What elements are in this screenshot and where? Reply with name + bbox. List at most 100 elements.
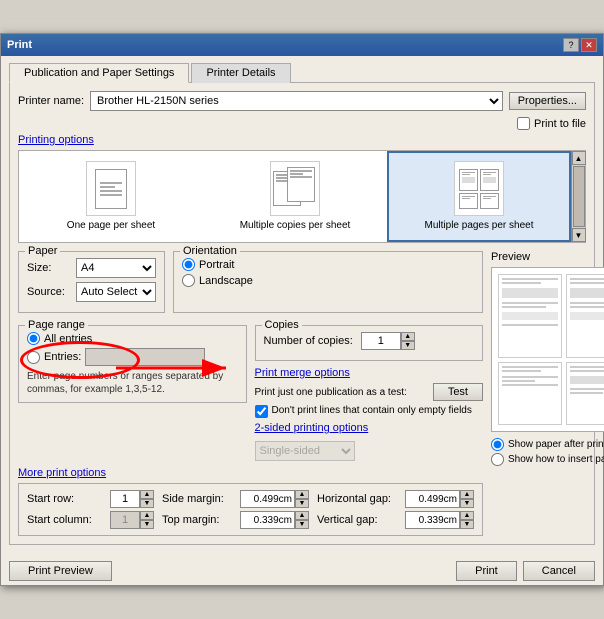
side-margin-label: Side margin: — [162, 493, 232, 505]
margins-section: Start row: 1 ▲ ▼ Side margin: 0.499cm — [18, 483, 483, 536]
h-gap-up[interactable]: ▲ — [460, 490, 474, 499]
print-merge-row: Print just one publication as a test: Te… — [255, 383, 484, 401]
layout-multi-pages-label: Multiple pages per sheet — [425, 220, 534, 232]
margins-row-1: Start row: 1 ▲ ▼ Side margin: 0.499cm — [27, 490, 474, 508]
v-gap-label: Vertical gap: — [317, 514, 397, 526]
portrait-radio[interactable] — [182, 258, 195, 271]
two-sided-combo-wrapper: Single-sided — [255, 437, 484, 461]
test-button[interactable]: Test — [433, 383, 483, 401]
all-entries-radio[interactable] — [27, 332, 40, 345]
start-row-up[interactable]: ▲ — [140, 490, 154, 499]
side-margin-down[interactable]: ▼ — [295, 499, 309, 508]
layout-one-page-icon — [86, 161, 136, 216]
h-gap-spinner: 0.499cm ▲ ▼ — [405, 490, 474, 508]
layout-multi-pages-icon — [454, 161, 504, 216]
h-gap-input[interactable]: 0.499cm — [405, 490, 460, 508]
range-copies-row: Page range All entries Entries: — [18, 325, 483, 461]
more-options-link[interactable]: More print options — [18, 467, 483, 479]
layout-multi-copies[interactable]: Multiple copies per sheet — [203, 151, 387, 242]
printing-options-link[interactable]: Printing options — [18, 134, 586, 146]
top-margin-label: Top margin: — [162, 514, 232, 526]
source-select[interactable]: Auto Select — [76, 282, 156, 302]
two-sided-select[interactable]: Single-sided — [255, 441, 355, 461]
v-gap-down[interactable]: ▼ — [460, 520, 474, 529]
print-to-file-row: Print to file — [18, 117, 586, 130]
preview-label: Preview — [491, 251, 604, 263]
printer-name-select[interactable]: Brother HL-2150N series — [90, 91, 503, 111]
start-row-spinner: 1 ▲ ▼ — [110, 490, 154, 508]
num-copies-row: Number of copies: ▲ ▼ — [264, 332, 475, 350]
layout-options: One page per sheet — [18, 150, 586, 243]
top-margin-input[interactable]: 0.339cm — [240, 511, 295, 529]
just-one-label: Print just one publication as a test: — [255, 387, 425, 398]
h-gap-label: Horizontal gap: — [317, 493, 397, 505]
properties-button[interactable]: Properties... — [509, 92, 586, 110]
printer-row: Printer name: Brother HL-2150N series Pr… — [18, 91, 586, 111]
print-merge-link[interactable]: Print merge options — [255, 367, 350, 379]
show-insert-row: Show how to insert paper — [491, 453, 604, 466]
show-paper-radio[interactable] — [491, 438, 504, 451]
num-copies-label: Number of copies: — [264, 335, 353, 347]
left-panel: Paper Size: A4 Source: Auto Select — [18, 251, 483, 536]
layout-one-page[interactable]: One page per sheet — [19, 151, 203, 242]
tab-publication-paper[interactable]: Publication and Paper Settings — [9, 63, 189, 83]
page-range-title: Page range — [25, 319, 88, 331]
size-select[interactable]: A4 — [76, 258, 156, 278]
entries-input[interactable] — [85, 348, 205, 366]
start-col-down[interactable]: ▼ — [140, 520, 154, 529]
entries-radio[interactable] — [27, 351, 40, 364]
orientation-section: Orientation Portrait Landscape — [173, 251, 483, 313]
start-row-input[interactable]: 1 — [110, 490, 140, 508]
start-col-input[interactable]: 1 — [110, 511, 140, 529]
copies-title: Copies — [262, 319, 302, 331]
print-to-file-checkbox[interactable] — [517, 117, 530, 130]
print-to-file-label: Print to file — [534, 118, 586, 130]
layout-multi-pages[interactable]: Multiple pages per sheet — [387, 151, 571, 242]
side-margin-spinner: 0.499cm ▲ ▼ — [240, 490, 309, 508]
two-sided-link[interactable]: 2-sided printing options — [255, 422, 369, 434]
landscape-row: Landscape — [182, 274, 474, 287]
scroll-up-btn[interactable]: ▲ — [572, 151, 586, 165]
all-entries-label: All entries — [44, 333, 92, 345]
cancel-button[interactable]: Cancel — [523, 561, 595, 581]
help-button[interactable]: ? — [563, 38, 579, 52]
spin-arrows: ▲ ▼ — [401, 332, 415, 350]
print-button[interactable]: Print — [456, 561, 517, 581]
dont-print-label: Don't print lines that contain only empt… — [272, 405, 472, 416]
show-insert-label: Show how to insert paper — [508, 454, 604, 465]
show-paper-label: Show paper after printing — [508, 439, 604, 450]
dont-print-checkbox[interactable] — [255, 405, 268, 418]
v-gap-input[interactable]: 0.339cm — [405, 511, 460, 529]
landscape-radio[interactable] — [182, 274, 195, 287]
side-margin-input[interactable]: 0.499cm — [240, 490, 295, 508]
top-margin-down[interactable]: ▼ — [295, 520, 309, 529]
right-panel: Preview — [491, 251, 604, 536]
scroll-thumb[interactable] — [573, 166, 585, 227]
top-margin-up[interactable]: ▲ — [295, 511, 309, 520]
printer-name-label: Printer name: — [18, 95, 84, 107]
start-col-up[interactable]: ▲ — [140, 511, 154, 520]
num-copies-input[interactable] — [361, 332, 401, 350]
close-button[interactable]: ✕ — [581, 38, 597, 52]
dialog-content: Publication and Paper Settings Printer D… — [1, 56, 603, 553]
h-gap-down[interactable]: ▼ — [460, 499, 474, 508]
size-label: Size: — [27, 262, 72, 274]
footer: Print Preview Print Cancel — [1, 553, 603, 585]
spin-down-btn[interactable]: ▼ — [401, 341, 415, 350]
copies-section: Copies Number of copies: ▲ ▼ — [255, 325, 484, 361]
start-col-label: Start column: — [27, 514, 102, 526]
start-row-down[interactable]: ▼ — [140, 499, 154, 508]
v-gap-up[interactable]: ▲ — [460, 511, 474, 520]
v-gap-spinner: 0.339cm ▲ ▼ — [405, 511, 474, 529]
side-margin-up[interactable]: ▲ — [295, 490, 309, 499]
main-body: Paper Size: A4 Source: Auto Select — [18, 251, 586, 536]
margins-row-2: Start column: 1 ▲ ▼ Top margin: 0.339cm — [27, 511, 474, 529]
show-insert-radio[interactable] — [491, 453, 504, 466]
tab-bar: Publication and Paper Settings Printer D… — [9, 62, 595, 83]
print-preview-button[interactable]: Print Preview — [9, 561, 112, 581]
tab-printer-details[interactable]: Printer Details — [191, 63, 290, 83]
paper-section: Paper Size: A4 Source: Auto Select — [18, 251, 165, 313]
spin-up-btn[interactable]: ▲ — [401, 332, 415, 341]
scroll-down-btn[interactable]: ▼ — [572, 228, 586, 242]
dont-print-row: Don't print lines that contain only empt… — [255, 405, 484, 418]
